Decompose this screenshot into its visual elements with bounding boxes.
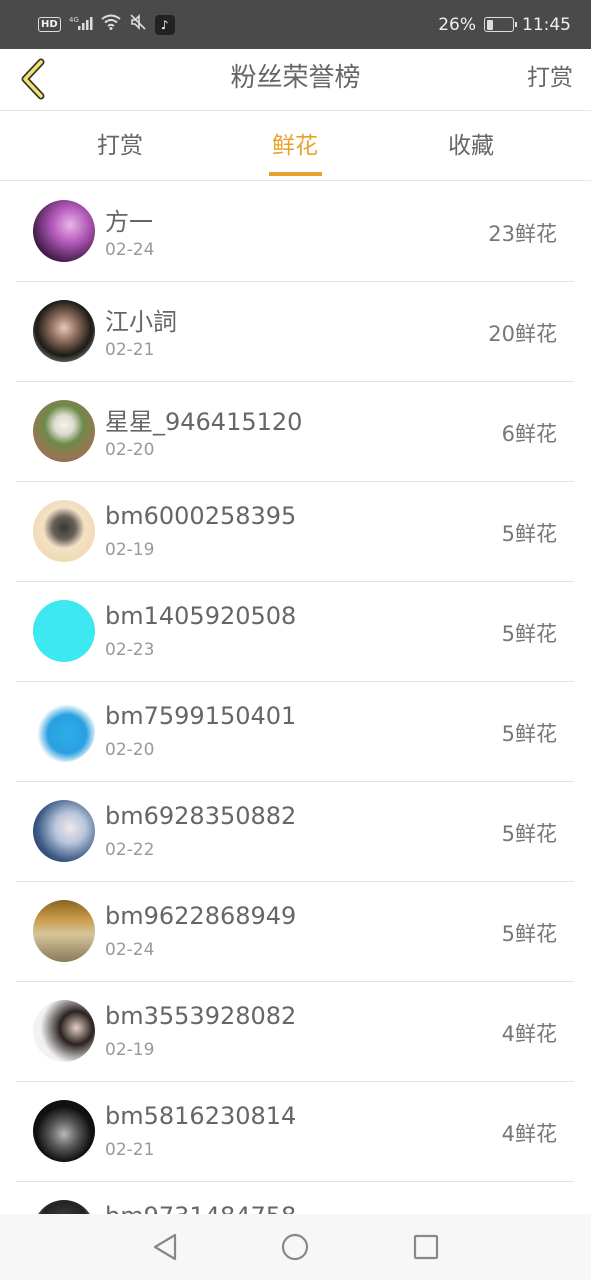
fan-date: 02-24 — [105, 240, 155, 260]
fan-date: 02-19 — [105, 540, 155, 560]
battery-percent: 26% — [438, 14, 476, 35]
active-tab-indicator — [269, 172, 322, 176]
flower-count: 5鲜花 — [501, 622, 557, 646]
fan-date: 02-20 — [105, 740, 155, 760]
avatar — [33, 1000, 95, 1062]
tab-bar: 打赏 鲜花 收藏 — [0, 111, 591, 181]
fan-ranking-list: 方一 02-24 23鲜花 江小詞 02-21 20鲜花 星星_94641512… — [16, 182, 574, 1214]
tab-flowers[interactable]: 鲜花 — [235, 111, 355, 181]
avatar — [33, 400, 95, 462]
list-item[interactable]: bm1405920508 02-23 5鲜花 — [16, 582, 574, 682]
fan-name: bm9622868949 — [105, 902, 297, 930]
list-item[interactable]: bm6928350882 02-22 5鲜花 — [16, 782, 574, 882]
avatar — [33, 1100, 95, 1162]
fan-date: 02-23 — [105, 640, 155, 660]
signal-icon: 4G — [69, 15, 93, 35]
system-nav-bar — [0, 1214, 591, 1280]
tab-favorites[interactable]: 收藏 — [411, 111, 531, 181]
avatar — [33, 700, 95, 762]
svg-text:4G: 4G — [69, 16, 79, 24]
tab-reward[interactable]: 打赏 — [60, 111, 180, 181]
avatar — [33, 500, 95, 562]
flower-count: 5鲜花 — [501, 722, 557, 746]
flower-count: 23鲜花 — [488, 222, 557, 246]
avatar — [33, 800, 95, 862]
nav-back-button[interactable] — [149, 1231, 181, 1263]
header: 粉丝荣誉榜 打赏 — [0, 49, 591, 111]
avatar — [33, 300, 95, 362]
fan-name: bm6000258395 — [105, 502, 297, 530]
battery-level — [486, 19, 493, 30]
flower-count: 6鲜花 — [501, 422, 557, 446]
nav-recents-button[interactable] — [410, 1231, 442, 1263]
list-item[interactable]: bm7599150401 02-20 5鲜花 — [16, 682, 574, 782]
fan-name: bm1405920508 — [105, 602, 297, 630]
reward-button[interactable]: 打赏 — [527, 49, 573, 111]
list-item[interactable]: bm5816230814 02-21 4鲜花 — [16, 1082, 574, 1182]
fan-date: 02-20 — [105, 440, 155, 460]
fan-date: 02-21 — [105, 340, 155, 360]
flower-count: 5鲜花 — [501, 822, 557, 846]
status-icons-left: HD 4G ♪ — [38, 13, 175, 36]
fan-name: 江小詞 — [105, 308, 177, 336]
flower-count: 20鲜花 — [488, 322, 557, 346]
page-title: 粉丝荣誉榜 — [230, 63, 361, 93]
avatar — [33, 1200, 95, 1214]
fan-name: bm5816230814 — [105, 1102, 297, 1130]
fan-name: bm7599150401 — [105, 702, 297, 730]
fan-date: 02-19 — [105, 1040, 155, 1060]
list-item[interactable]: bm9622868949 02-24 5鲜花 — [16, 882, 574, 982]
hd-badge: HD — [38, 17, 61, 32]
flower-count: 4鲜花 — [501, 1122, 557, 1146]
clock: 11:45 — [522, 14, 571, 35]
fan-name: 星星_946415120 — [105, 408, 303, 436]
list-item[interactable]: bm9731484758 — [16, 1182, 574, 1214]
circle-home-icon — [281, 1233, 309, 1261]
wifi-icon — [101, 14, 121, 35]
list-item[interactable]: 方一 02-24 23鲜花 — [16, 182, 574, 282]
avatar — [33, 200, 95, 262]
mute-icon — [129, 13, 147, 36]
fan-name: bm3553928082 — [105, 1002, 297, 1030]
flower-count: 5鲜花 — [501, 922, 557, 946]
fan-date: 02-24 — [105, 940, 155, 960]
fan-name: bm9731484758 — [105, 1202, 296, 1214]
fan-date: 02-21 — [105, 1140, 155, 1160]
triangle-back-icon — [153, 1233, 177, 1261]
avatar — [33, 600, 95, 662]
list-item[interactable]: 江小詞 02-21 20鲜花 — [16, 282, 574, 382]
flower-count: 5鲜花 — [501, 522, 557, 546]
nav-home-button[interactable] — [279, 1231, 311, 1263]
tiktok-icon: ♪ — [154, 14, 175, 35]
list-item[interactable]: bm3553928082 02-19 4鲜花 — [16, 982, 574, 1082]
fan-name: 方一 — [105, 208, 153, 236]
fan-date: 02-22 — [105, 840, 155, 860]
list-item[interactable]: bm6000258395 02-19 5鲜花 — [16, 482, 574, 582]
square-recents-icon — [413, 1234, 439, 1260]
avatar — [33, 900, 95, 962]
fan-name: bm6928350882 — [105, 802, 297, 830]
status-icons-right: 26% 11:45 — [438, 15, 571, 35]
battery-icon — [484, 17, 517, 32]
status-bar: HD 4G ♪ 26% 11:45 — [0, 0, 591, 49]
flower-count: 4鲜花 — [501, 1022, 557, 1046]
list-item[interactable]: 星星_946415120 02-20 6鲜花 — [16, 382, 574, 482]
